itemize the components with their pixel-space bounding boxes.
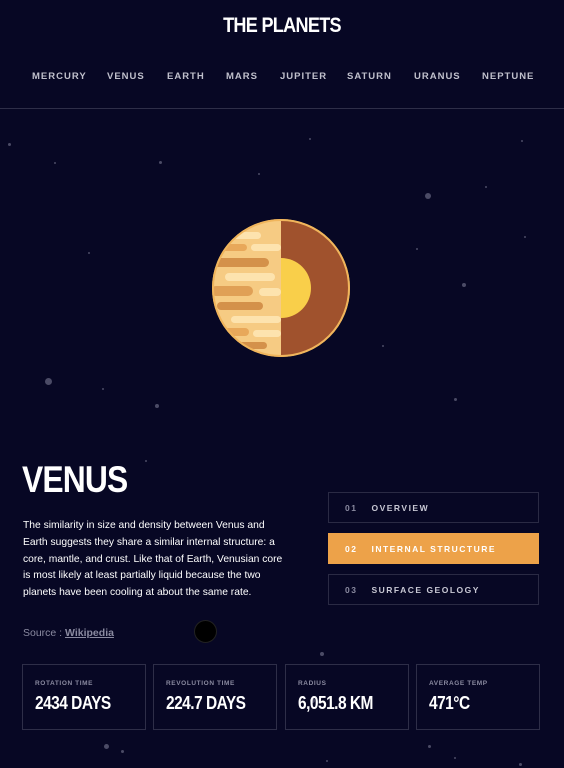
nav-item-jupiter[interactable]: JUPITER: [280, 71, 327, 82]
nav-item-mercury[interactable]: MERCURY: [32, 71, 87, 82]
planet-title: VENUS: [22, 459, 128, 500]
stat-label: RADIUS: [298, 680, 327, 687]
stat-label: REVOLUTION TIME: [166, 680, 235, 687]
stat-value: 471°C: [429, 693, 470, 713]
source-prefix: Source :: [23, 627, 66, 639]
tab-label: INTERNAL STRUCTURE: [371, 543, 497, 554]
planet-description: The similarity in size and density betwe…: [23, 520, 283, 599]
starfield-background: [0, 0, 564, 768]
stat-label: AVERAGE TEMP: [429, 680, 488, 687]
nav-item-uranus[interactable]: URANUS: [414, 71, 461, 82]
tab-label: SURFACE GEOLOGY: [371, 584, 480, 595]
stat-card-rotation: ROTATION TIME 2434 DAYS: [22, 664, 146, 730]
nav-item-neptune[interactable]: NEPTUNE: [482, 71, 534, 82]
stat-card-temperature: AVERAGE TEMP 471°C: [416, 664, 540, 730]
tab-label: OVERVIEW: [371, 502, 430, 513]
wikipedia-link[interactable]: Wikipedia: [65, 627, 114, 639]
tab-number: 02: [345, 543, 358, 554]
tab-number: 01: [345, 502, 358, 513]
nav-item-venus[interactable]: VENUS: [107, 71, 145, 82]
nav-item-mars[interactable]: MARS: [226, 71, 258, 82]
site-header: THE PLANETS MERCURY VENUS EARTH MARS JUP…: [0, 0, 564, 109]
venus-internal-structure-icon: [211, 218, 351, 358]
tab-overview[interactable]: 01 OVERVIEW: [328, 492, 539, 523]
cursor-circle: [194, 620, 217, 643]
stat-value: 2434 DAYS: [35, 693, 111, 713]
nav-item-earth[interactable]: EARTH: [167, 71, 205, 82]
planet-nav: MERCURY VENUS EARTH MARS JUPITER SATURN …: [0, 71, 564, 85]
tab-internal-structure[interactable]: 02 INTERNAL STRUCTURE: [328, 533, 539, 564]
stat-card-radius: RADIUS 6,051.8 KM: [285, 664, 409, 730]
nav-item-saturn[interactable]: SATURN: [347, 71, 392, 82]
stat-value: 224.7 DAYS: [166, 693, 246, 713]
stat-card-revolution: REVOLUTION TIME 224.7 DAYS: [153, 664, 277, 730]
site-logo[interactable]: THE PLANETS: [39, 14, 524, 38]
stat-label: ROTATION TIME: [35, 680, 94, 687]
tab-number: 03: [345, 584, 358, 595]
source-line: Source : Wikipedia: [23, 627, 114, 639]
stat-value: 6,051.8 KM: [298, 693, 373, 713]
tab-surface-geology[interactable]: 03 SURFACE GEOLOGY: [328, 574, 539, 605]
